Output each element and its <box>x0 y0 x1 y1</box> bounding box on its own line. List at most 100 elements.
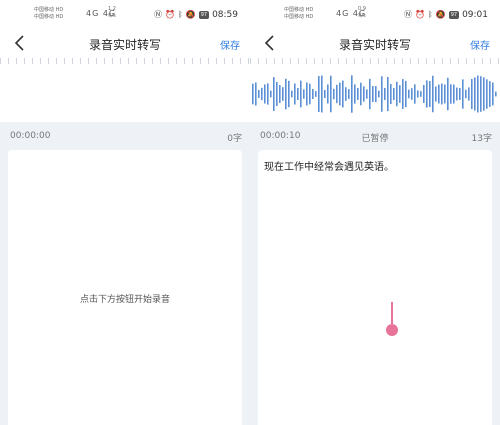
battery-indicator: 97 <box>198 10 210 19</box>
waveform-bar <box>309 83 311 105</box>
time-ruler <box>0 58 250 64</box>
waveform-bar <box>447 77 449 111</box>
page-title: 录音实时转写 <box>88 38 161 52</box>
waveform-bar <box>444 84 446 104</box>
waveform-bar <box>258 90 260 98</box>
waveform-bar <box>282 87 284 101</box>
text-cursor-handle[interactable] <box>386 302 398 338</box>
net-speed: 0.9 K/s <box>358 6 366 20</box>
waveform-bar <box>462 79 464 109</box>
char-count: 0字 <box>227 134 242 144</box>
waveform-bar <box>351 75 353 113</box>
app-header: 录音实时转写 保存 <box>250 28 500 58</box>
waveform-bar <box>294 83 296 105</box>
waveform-bar <box>486 79 488 109</box>
save-button[interactable]: 保存 <box>470 37 490 52</box>
carrier-1: 中国移动 HD <box>284 7 314 13</box>
waveform-bar <box>477 75 479 113</box>
waveform-bar <box>465 89 467 99</box>
carrier-2: 中国移动 HD <box>284 14 314 20</box>
waveform-bar <box>432 75 434 113</box>
waveform-area <box>0 58 250 122</box>
waveform-bar <box>312 89 314 99</box>
waveform-bar <box>339 82 341 106</box>
net-speed-unit: K/s <box>358 13 366 19</box>
waveform-bar <box>459 87 461 101</box>
transcript-card: 点击下方按钮开始录音 <box>8 150 242 425</box>
time-ruler <box>250 58 500 64</box>
waveform-bar <box>489 81 491 107</box>
waveform-bar <box>387 76 389 112</box>
waveform-bar <box>429 81 431 107</box>
battery-indicator: 97 <box>448 10 460 19</box>
waveform-bar <box>441 83 443 105</box>
waveform-bar <box>270 90 272 98</box>
right-screen: 中国移动 HD 中国移动 HD 4G 4G 0.9 K/s Ⓝ ⏰ ᛒ 🔕 97… <box>250 0 500 425</box>
waveform-bar <box>453 84 455 104</box>
waveform-bar <box>402 79 404 109</box>
mute-icon: 🔕 <box>435 10 446 19</box>
waveform-bar <box>363 86 365 102</box>
carrier-2: 中国移动 HD <box>34 14 64 20</box>
recording-info: 00:00:10 已暂停 13字 <box>250 128 500 144</box>
net-speed-unit: K/s <box>108 13 116 19</box>
waveform-bar <box>438 84 440 104</box>
waveform-bar <box>384 87 386 101</box>
waveform-bar <box>354 84 356 104</box>
bluetooth-icon: ᛒ <box>177 10 183 19</box>
waveform-bar <box>411 88 413 100</box>
waveform-bar <box>405 80 407 108</box>
waveform-bar <box>480 76 482 112</box>
waveform-bar <box>450 84 452 104</box>
waveform-bar <box>495 91 497 97</box>
page-title: 录音实时转写 <box>338 38 411 52</box>
alarm-icon: ⏰ <box>414 10 425 19</box>
waveform-bar <box>435 86 437 102</box>
transcript-card: 现在工作中经常会遇见英语。 <box>258 150 492 425</box>
waveform-bar <box>324 89 326 99</box>
recording-info: 00:00:00 0字 <box>0 128 250 144</box>
save-button[interactable]: 保存 <box>220 37 240 52</box>
waveform-bar <box>300 80 302 108</box>
waveform-bar <box>276 81 278 107</box>
waveform-bar <box>357 88 359 100</box>
waveform-bar <box>423 84 425 104</box>
waveform-bar <box>414 84 416 104</box>
waveform-bar <box>483 77 485 111</box>
net-speed: 1.2 K/s <box>108 6 116 20</box>
status-bar: 中国移动 HD 中国移动 HD 4G 4G 1.2 K/s Ⓝ ⏰ ᛒ 🔕 97… <box>0 0 250 28</box>
waveform-bar <box>408 89 410 99</box>
net-speed-value: 0.9 <box>358 6 366 12</box>
nfc-icon: Ⓝ <box>403 10 412 19</box>
waveform-bar <box>378 90 380 98</box>
waveform-bar <box>327 84 329 104</box>
waveform-bar <box>456 87 458 101</box>
char-count: 13字 <box>471 134 492 144</box>
waveform-bar <box>492 82 494 106</box>
waveform-bar <box>291 90 293 98</box>
waveform-bar <box>345 87 347 101</box>
waveform-bar <box>336 84 338 104</box>
waveform-bar <box>372 86 374 102</box>
waveform-bar <box>297 88 299 100</box>
waveform-bar <box>318 76 320 112</box>
waveform-bar <box>360 82 362 106</box>
waveform-bar <box>285 78 287 110</box>
nfc-icon: Ⓝ <box>153 10 162 19</box>
carrier-info: 中国移动 HD 中国移动 HD <box>34 7 63 21</box>
alarm-icon: ⏰ <box>164 10 175 19</box>
transcript-text[interactable]: 现在工作中经常会遇见英语。 <box>264 158 394 173</box>
left-screen: 中国移动 HD 中国移动 HD 4G 4G 1.2 K/s Ⓝ ⏰ ᛒ 🔕 97… <box>0 0 250 425</box>
waveform-bar <box>417 90 419 98</box>
waveform-bar <box>273 77 275 111</box>
waveform-bar <box>279 85 281 103</box>
waveform-bar <box>396 81 398 107</box>
waveform-bar <box>399 85 401 103</box>
waveform-bar <box>474 77 476 111</box>
recording-status: 已暂停 <box>361 134 389 144</box>
waveform-bar <box>369 78 371 110</box>
carrier-1: 中国移动 HD <box>34 7 64 13</box>
waveform-bar <box>426 80 428 108</box>
clock: 09:01 <box>462 9 488 20</box>
elapsed-time: 00:00:00 <box>10 131 51 141</box>
